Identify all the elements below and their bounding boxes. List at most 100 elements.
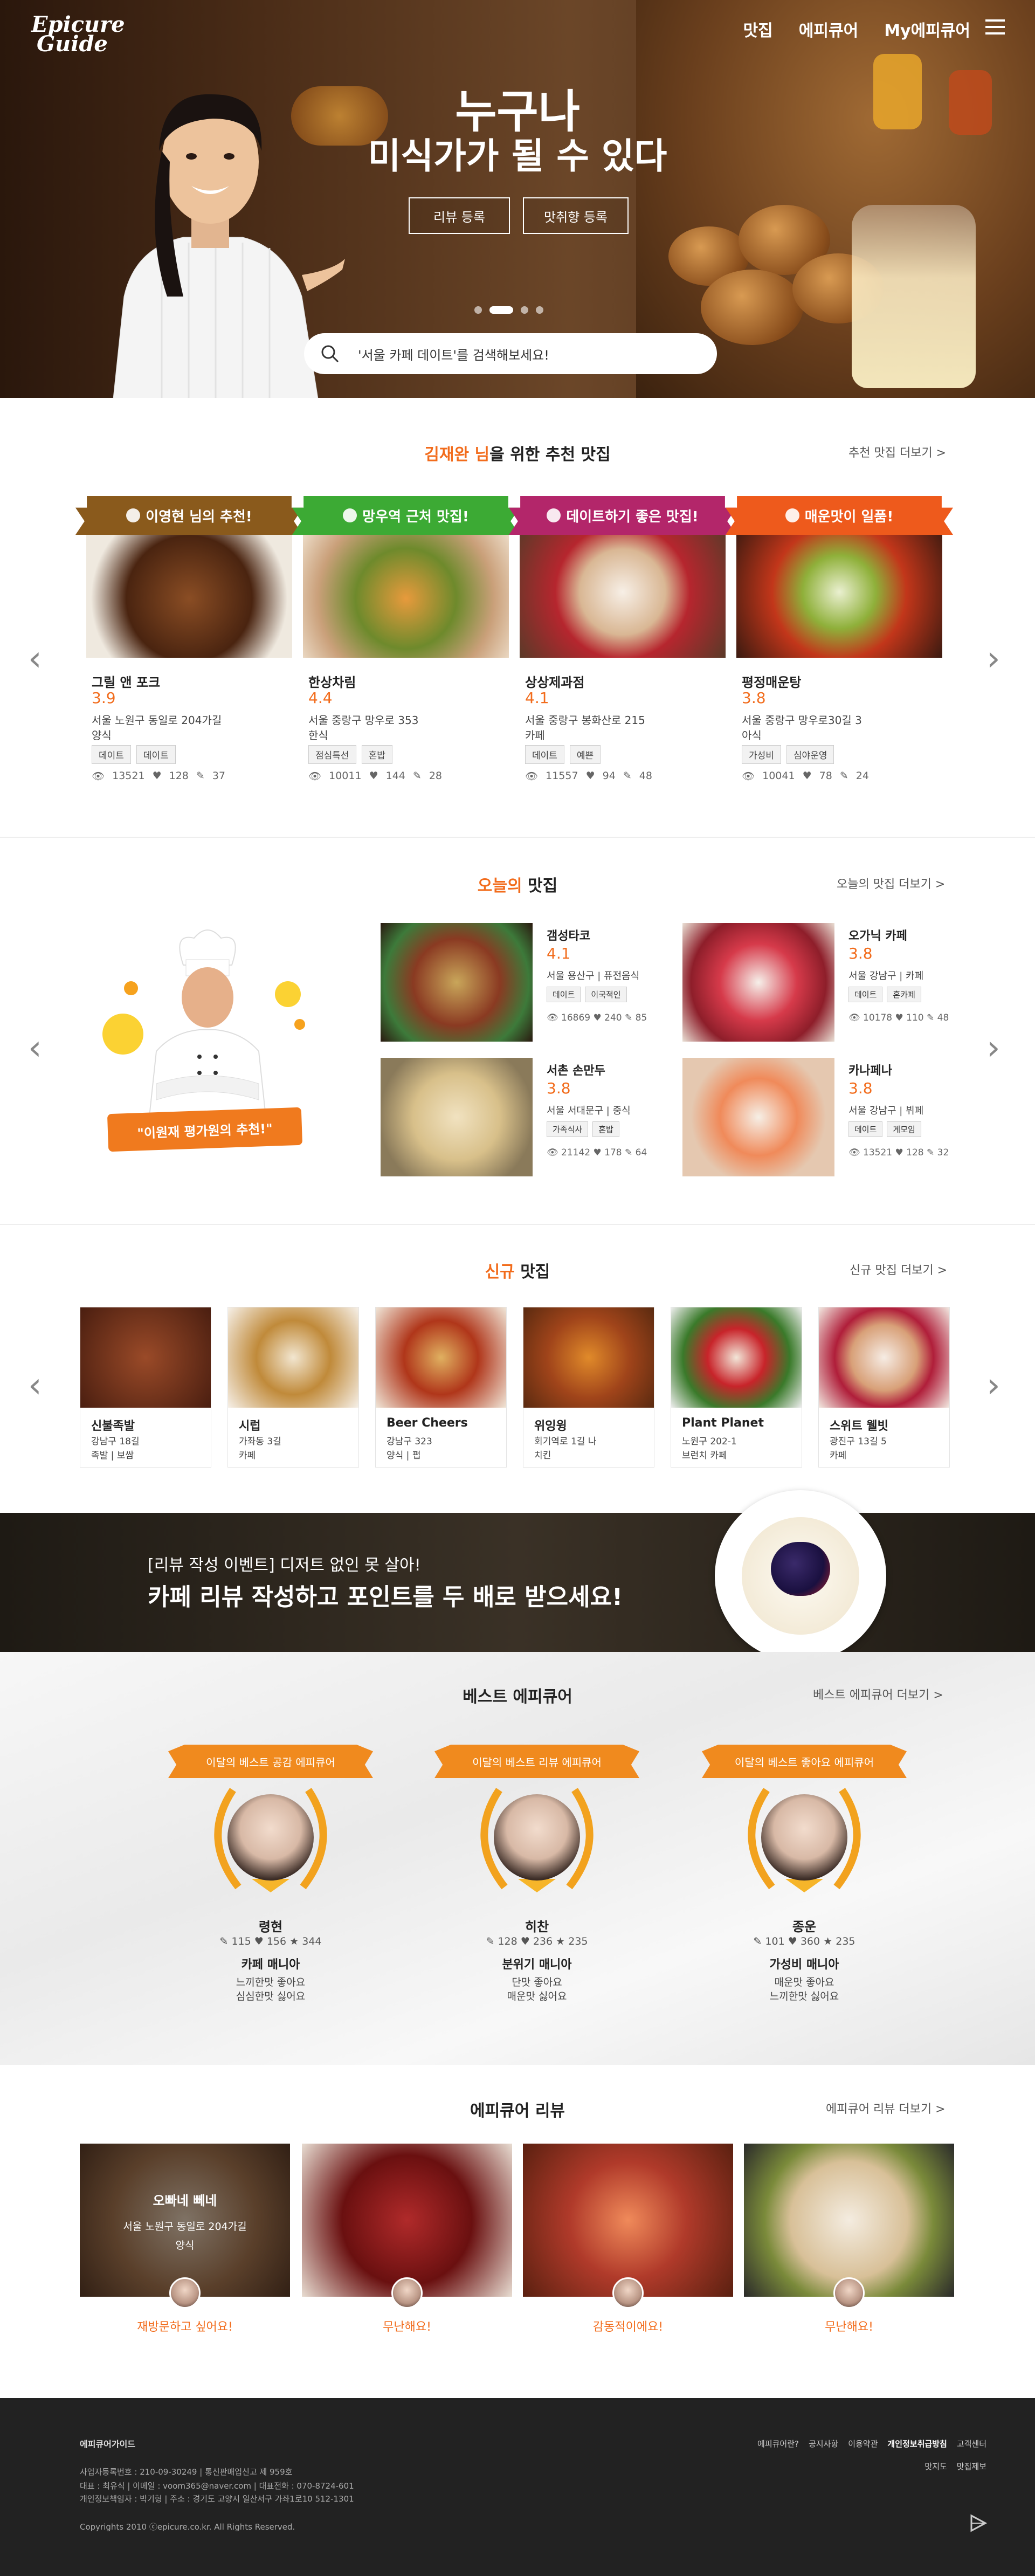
carousel-dot-active[interactable]	[489, 306, 513, 314]
footer-link-notice[interactable]: 공지사항	[809, 2438, 838, 2449]
tag[interactable]: 점심특선	[308, 745, 356, 764]
best-epicure-card[interactable]: 이달의 베스트 공감 에피큐어 령현 ✎ 115 ♥ 156 ★ 344 카페 매니아…	[168, 1745, 373, 2025]
user-name[interactable]: 히찬	[434, 1916, 639, 1935]
restaurant-name[interactable]: Plant Planet	[682, 1416, 764, 1430]
recommend-card[interactable]: 이영현 님의 추천! 그릴 앤 포크 3.9 서울 노원구 동일로 204가길 양식 데이…	[75, 496, 303, 798]
restaurant-name[interactable]: 시럽	[239, 1416, 260, 1434]
review-image[interactable]	[744, 2144, 954, 2297]
new-more-link[interactable]: 신규 맛집 더보기 >	[850, 1261, 947, 1278]
review-card[interactable]: 무난해요!	[302, 2144, 512, 2334]
reviews-more-link[interactable]: 에피큐어 리뷰 더보기 >	[826, 2099, 946, 2117]
restaurant-name[interactable]: 카나페나	[848, 1061, 892, 1078]
avatar[interactable]	[227, 1794, 314, 1881]
carousel-dot[interactable]	[521, 306, 528, 314]
recommend-more-link[interactable]: 추천 맛집 더보기 >	[848, 443, 946, 460]
tag[interactable]: 게모임	[887, 1121, 921, 1137]
footer-link-privacy[interactable]: 개인정보취급방침	[887, 2438, 947, 2449]
tag[interactable]: 데이트	[525, 745, 564, 764]
food-image[interactable]	[671, 1307, 802, 1408]
search-input[interactable]: '서울 카페 데이트'를 검색해보세요!	[304, 333, 717, 374]
food-image[interactable]	[80, 1307, 211, 1408]
tag[interactable]: 데이트	[547, 987, 581, 1002]
food-image[interactable]	[819, 1307, 949, 1408]
tag[interactable]: 데이트	[92, 745, 131, 764]
footer-link-report[interactable]: 맛집제보	[957, 2461, 986, 2472]
avatar[interactable]	[612, 2277, 644, 2309]
tag[interactable]: 가족식사	[547, 1121, 589, 1137]
food-image[interactable]	[303, 526, 509, 658]
review-card[interactable]: 감동적이에요!	[523, 2144, 733, 2334]
user-name[interactable]: 종운	[702, 1916, 907, 1935]
next-arrow-icon[interactable]: ›	[986, 1031, 1000, 1065]
tag[interactable]: 심야운영	[786, 745, 834, 764]
prev-arrow-icon[interactable]: ‹	[28, 1368, 42, 1403]
best-more-link[interactable]: 베스트 에피큐어 더보기 >	[813, 1685, 943, 1703]
new-restaurant-card[interactable]: 위잉윙 회기역로 1길 나 치킨	[523, 1307, 654, 1468]
logo[interactable]: Epicure Guide	[31, 14, 125, 55]
tag[interactable]: 가성비	[742, 745, 781, 764]
nav-item-my-epicure[interactable]: My에피큐어	[884, 17, 970, 41]
user-name[interactable]: 령현	[168, 1916, 373, 1935]
new-restaurant-card[interactable]: 신불족발 강남구 18길 족발 | 보쌈	[80, 1307, 211, 1468]
play-store-icon[interactable]	[968, 2513, 988, 2533]
nav-item-matjip[interactable]: 맛집	[743, 17, 773, 41]
nav-item-epicure[interactable]: 에피큐어	[799, 17, 858, 41]
today-more-link[interactable]: 오늘의 맛집 더보기 >	[837, 874, 945, 892]
food-image[interactable]	[736, 526, 942, 658]
next-arrow-icon[interactable]: ›	[986, 1368, 1000, 1403]
restaurant-name[interactable]: 오가닉 카페	[848, 926, 907, 943]
tag[interactable]: 데이트	[848, 987, 883, 1002]
new-restaurant-card[interactable]: Plant Planet 노원구 202-1 브런치 카페	[671, 1307, 802, 1468]
new-restaurant-card[interactable]: 스위트 웰빗 광진구 13길 5 카페	[818, 1307, 950, 1468]
carousel-dot[interactable]	[536, 306, 543, 314]
restaurant-name[interactable]: 그릴 앤 포크	[92, 672, 160, 691]
food-image[interactable]	[520, 526, 726, 658]
restaurant-name[interactable]: 신불족발	[91, 1416, 135, 1434]
food-image[interactable]	[86, 526, 292, 658]
today-card[interactable]: 카나페나 3.8 서울 강남구 | 뷔페 데이트 게모임 👁 13521 ♥ 128 ✎ …	[682, 1058, 974, 1176]
restaurant-name[interactable]: 갬성타코	[547, 926, 590, 943]
food-image[interactable]	[381, 923, 533, 1042]
recommend-card[interactable]: 매운맛이 일품! 평정매운탕 3.8 서울 중랑구 망우로30길 3 아식 가성비 심야운영…	[726, 496, 953, 798]
restaurant-name[interactable]: 한상차림	[308, 672, 356, 691]
prev-arrow-icon[interactable]: ‹	[28, 642, 42, 676]
review-image[interactable]	[523, 2144, 733, 2297]
tag[interactable]: 데이트	[136, 745, 176, 764]
avatar[interactable]	[391, 2277, 423, 2309]
tag[interactable]: 데이트	[848, 1121, 883, 1137]
best-epicure-card[interactable]: 이달의 베스트 리뷰 에피큐어 히찬 ✎ 128 ♥ 236 ★ 235 분위기 매니…	[434, 1745, 639, 2025]
today-card[interactable]: 오가닉 카페 3.8 서울 강남구 | 카페 데이트 혼카페 👁 10178 ♥ 110 …	[682, 923, 974, 1042]
food-image[interactable]	[376, 1307, 506, 1408]
restaurant-name[interactable]: 스위트 웰빗	[830, 1416, 888, 1434]
recommend-card[interactable]: 데이트하기 좋은 맛집! 상상제과점 4.1 서울 중랑구 봉화산로 215 카페 데이트…	[509, 496, 736, 798]
footer-link-support[interactable]: 고객센터	[957, 2438, 986, 2449]
food-image[interactable]	[682, 1058, 834, 1176]
event-banner[interactable]: [리뷰 작성 이벤트] 디저트 없인 못 살아! 카페 리뷰 작성하고 포인트를…	[0, 1490, 1035, 1662]
today-card[interactable]: 서촌 손만두 3.8 서울 서대문구 | 중식 가족식사 혼밥 👁 21142 ♥ 178…	[381, 1058, 672, 1176]
restaurant-name[interactable]: 상상제과점	[525, 672, 584, 691]
today-card[interactable]: 갬성타코 4.1 서울 용산구 | 퓨전음식 데이트 이국적인 👁 16869 ♥ 240…	[381, 923, 672, 1042]
footer-link-terms[interactable]: 이용약관	[848, 2438, 878, 2449]
food-image[interactable]	[682, 923, 834, 1042]
tag[interactable]: 이국적인	[585, 987, 627, 1002]
food-image[interactable]	[523, 1307, 654, 1408]
review-card[interactable]: 오빠네 뻬네 서울 노원구 동일로 204가길 양식 재방문하고 싶어요!	[80, 2144, 290, 2334]
new-restaurant-card[interactable]: 시럽 가좌동 3길 카페	[227, 1307, 359, 1468]
avatar[interactable]	[761, 1794, 847, 1881]
food-image[interactable]	[381, 1058, 533, 1176]
menu-icon[interactable]	[985, 19, 1005, 35]
recommend-card[interactable]: 망우역 근처 맛집! 한상차림 4.4 서울 중랑구 망우로 353 한식 점심특선 혼밥 👁…	[292, 496, 520, 798]
avatar[interactable]	[494, 1794, 580, 1881]
next-arrow-icon[interactable]: ›	[986, 642, 1000, 676]
avatar[interactable]	[833, 2277, 865, 2309]
new-restaurant-card[interactable]: Beer Cheers 강남구 323 양식 | 펍	[375, 1307, 507, 1468]
avatar[interactable]	[169, 2277, 201, 2309]
restaurant-name[interactable]: 위잉윙	[534, 1416, 567, 1434]
tag[interactable]: 혼카페	[887, 987, 921, 1002]
tag[interactable]: 혼밥	[592, 1121, 619, 1137]
best-epicure-card[interactable]: 이달의 베스트 좋아요 에피큐어 종운 ✎ 101 ♥ 360 ★ 235 가성비 매…	[702, 1745, 907, 2025]
review-register-button[interactable]: 리뷰 등록	[409, 197, 510, 234]
food-image[interactable]	[228, 1307, 358, 1408]
carousel-dot[interactable]	[474, 306, 482, 314]
footer-link-about[interactable]: 에피큐어란?	[757, 2438, 799, 2449]
